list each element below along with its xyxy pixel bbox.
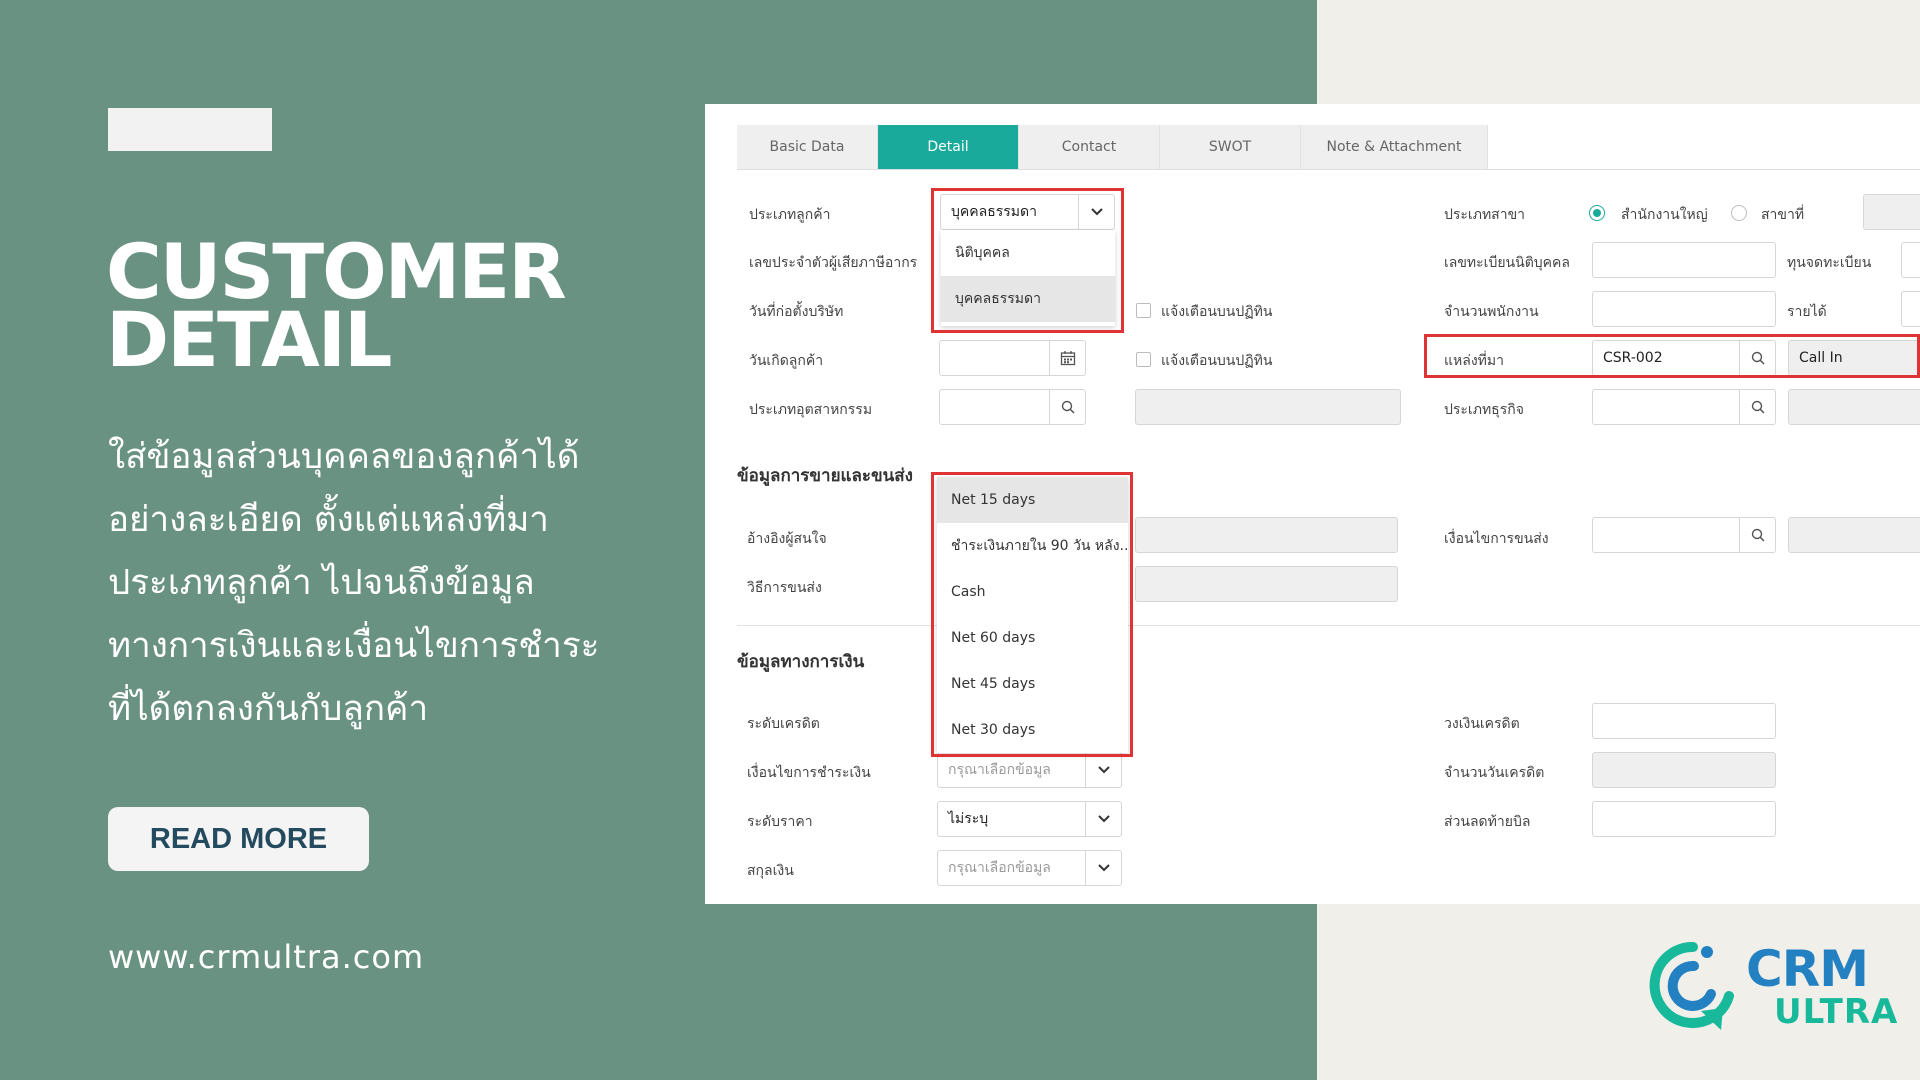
shipping-terms-input[interactable] (1592, 517, 1776, 553)
notify-calendar-label-1: แจ้งเตือนบนปฏิทิน (1161, 304, 1273, 320)
business-type-label: ประเภทธุรกิจ (1444, 402, 1524, 418)
bill-discount-input[interactable] (1592, 801, 1776, 837)
logo-text-ultra: ULTRA (1774, 992, 1899, 1032)
notify-calendar-checkbox-2[interactable] (1136, 352, 1151, 367)
shipping-method-label: วิธีการขนส่ง (747, 580, 822, 596)
customer-type-label: ประเภทลูกค้า (749, 207, 831, 223)
branch-radio[interactable] (1731, 205, 1747, 221)
description: ใส่ข้อมูลส่วนบุคคลของลูกค้าได้ อย่างละเอ… (108, 426, 628, 741)
business-type-name-field (1788, 389, 1920, 425)
chevron-down-icon[interactable] (1085, 753, 1121, 787)
credit-limit-input[interactable] (1592, 703, 1776, 739)
lead-ref-label: อ้างอิงผู้สนใจ (747, 531, 827, 547)
highlight-payment-terms (931, 472, 1133, 757)
highlight-source (1424, 334, 1920, 378)
payment-terms-select[interactable]: กรุณาเลือกข้อมูล (937, 752, 1122, 788)
employees-label: จำนวนพนักงาน (1444, 304, 1539, 320)
reg-number-label: เลขทะเบียนนิติบุคคล (1444, 255, 1570, 271)
section-divider (737, 625, 1920, 626)
credit-days-field (1592, 752, 1776, 788)
tab-basic-data[interactable]: Basic Data (737, 125, 878, 169)
payment-terms-label: เงื่อนไขการชำระเงิน (747, 765, 871, 781)
branch-number-field (1863, 194, 1920, 230)
headline-line-2: DETAIL (106, 295, 392, 384)
revenue-label: รายได้ (1787, 304, 1827, 320)
tax-id-label: เลขประจำตัวผู้เสียภาษีอากร (749, 255, 918, 271)
industry-name-field (1135, 389, 1401, 425)
branch-label: สาขาที่ (1761, 207, 1805, 223)
currency-label: สกุลเงิน (747, 863, 794, 879)
branch-type-label: ประเภทสาขา (1444, 207, 1526, 223)
shipping-method-field (1135, 566, 1398, 602)
description-line: ทางการเงินและเงื่อนไขการชำระ (108, 626, 600, 666)
tab-swot[interactable]: SWOT (1160, 125, 1301, 169)
headline: CUSTOMER DETAIL (106, 234, 666, 384)
shipping-terms-name-field (1788, 517, 1920, 553)
description-line: ใส่ข้อมูลส่วนบุคคลของลูกค้าได้ (108, 437, 580, 477)
revenue-input[interactable] (1901, 291, 1920, 327)
credit-limit-label: วงเงินเครดิต (1444, 716, 1520, 732)
price-level-label: ระดับราคา (747, 814, 813, 830)
credit-days-label: จำนวนวันเครดิต (1444, 765, 1545, 781)
bill-discount-label: ส่วนลดท้ายบิล (1444, 814, 1531, 830)
tab-divider (737, 169, 1920, 170)
app-screenshot: Basic Data Detail Contact SWOT Note & At… (705, 104, 1920, 904)
tab-detail[interactable]: Detail (878, 125, 1019, 169)
decorative-bar (108, 108, 272, 151)
calendar-icon[interactable] (1049, 341, 1085, 375)
head-office-radio[interactable] (1589, 205, 1605, 221)
description-line: ที่ได้ตกลงกันกับลูกค้า (108, 689, 429, 729)
tab-contact[interactable]: Contact (1019, 125, 1160, 169)
industry-input[interactable] (939, 389, 1086, 425)
tab-bar: Basic Data Detail Contact SWOT Note & At… (737, 125, 1488, 169)
birthday-input[interactable] (939, 340, 1086, 376)
highlight-customer-type (931, 188, 1124, 333)
read-more-button[interactable]: READ MORE (108, 807, 369, 871)
reg-capital-label: ทุนจดทะเบียน (1787, 255, 1872, 271)
logo-text-crm: CRM (1746, 940, 1869, 998)
reg-capital-input[interactable] (1901, 242, 1920, 278)
price-level-value: ไม่ระบุ (948, 811, 989, 827)
search-icon[interactable] (1739, 390, 1775, 424)
description-line: ประเภทลูกค้า ไปจนถึงข้อมูล (108, 563, 535, 603)
reg-number-input[interactable] (1592, 242, 1776, 278)
chevron-down-icon[interactable] (1085, 802, 1121, 836)
price-level-select[interactable]: ไม่ระบุ (937, 801, 1122, 837)
business-type-input[interactable] (1592, 389, 1776, 425)
notify-calendar-checkbox-1[interactable] (1136, 303, 1151, 318)
currency-select[interactable]: กรุณาเลือกข้อมูล (937, 850, 1122, 886)
birthday-label: วันเกิดลูกค้า (749, 353, 824, 369)
lead-ref-field (1135, 517, 1398, 553)
notify-calendar-label-2: แจ้งเตือนบนปฏิทิน (1161, 353, 1273, 369)
employees-input[interactable] (1592, 291, 1776, 327)
head-office-label: สำนักงานใหญ่ (1621, 207, 1708, 223)
search-icon[interactable] (1049, 390, 1085, 424)
industry-label: ประเภทอุตสาหกรรม (749, 402, 873, 418)
finance-section-title: ข้อมูลทางการเงิน (737, 652, 865, 672)
sales-section-title: ข้อมูลการขายและขนส่ง (737, 466, 913, 486)
website-link[interactable]: www.crmultra.com (108, 938, 424, 976)
credit-level-label: ระดับเครดิต (747, 716, 820, 732)
description-line: อย่างละเอียด ตั้งแต่แหล่งที่มา (108, 500, 549, 540)
currency-placeholder: กรุณาเลือกข้อมูล (948, 860, 1051, 876)
shipping-terms-label: เงื่อนไขการขนส่ง (1444, 531, 1549, 547)
search-icon[interactable] (1739, 518, 1775, 552)
tab-note-attachment[interactable]: Note & Attachment (1301, 125, 1488, 169)
payment-terms-placeholder: กรุณาเลือกข้อมูล (948, 762, 1051, 778)
founded-date-label: วันที่ก่อตั้งบริษัท (749, 304, 844, 320)
chevron-down-icon[interactable] (1085, 851, 1121, 885)
